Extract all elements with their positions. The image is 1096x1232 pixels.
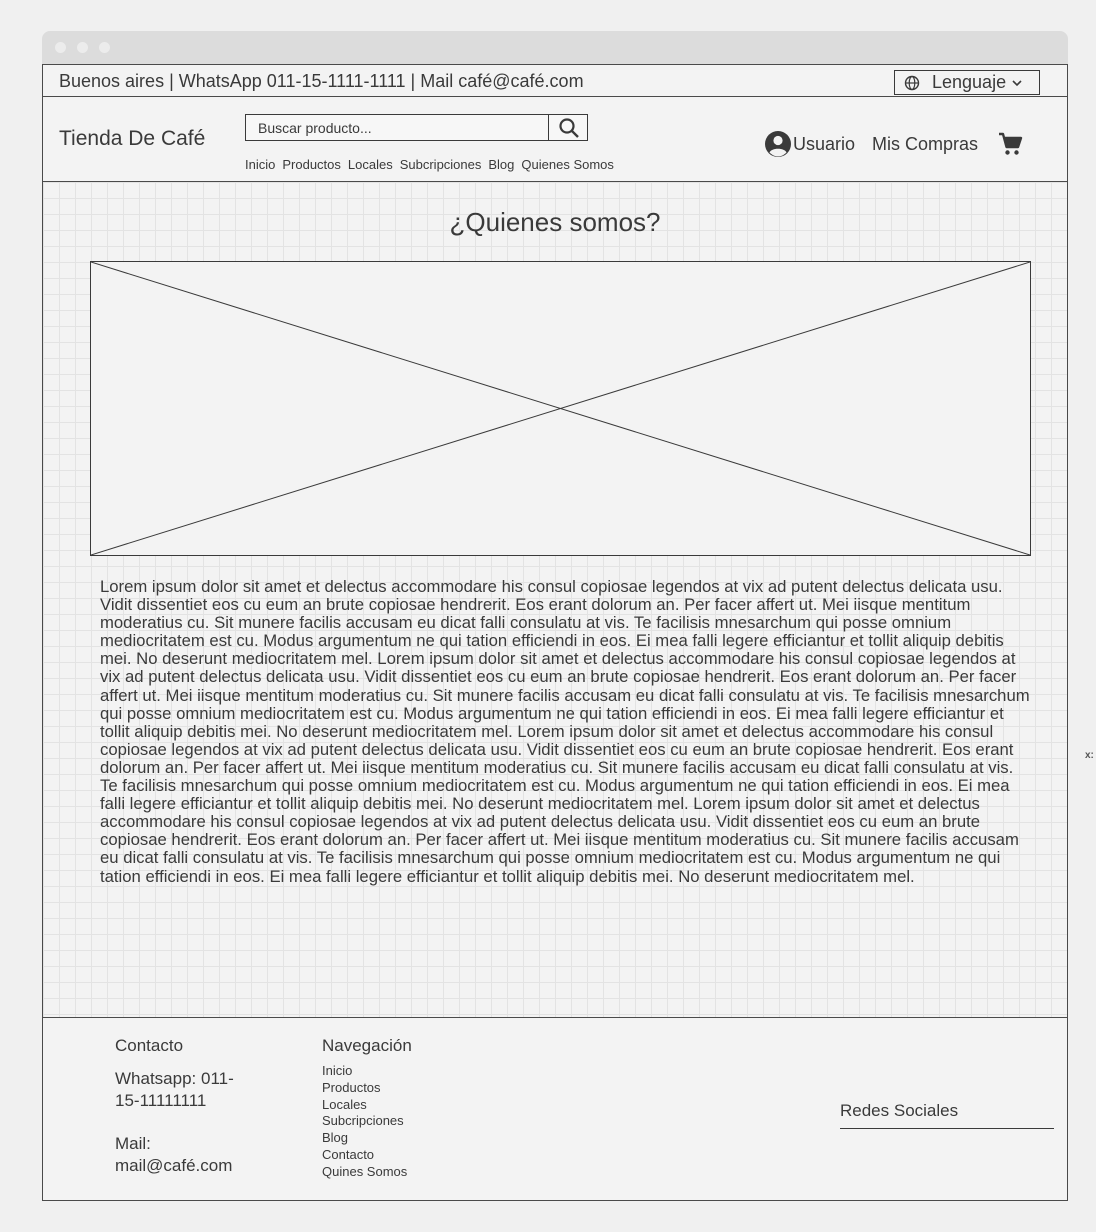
- footer-nav: Inicio Productos Locales Subcripciones B…: [322, 1063, 407, 1181]
- nav-subcripciones[interactable]: Subcripciones: [400, 157, 482, 172]
- contact-info: Buenos aires | WhatsApp 011-15-1111-1111…: [59, 71, 584, 91]
- footer-social-title: Redes Sociales: [840, 1101, 1054, 1129]
- chevron-down-icon: [1012, 76, 1034, 90]
- user-area: Usuario Mis Compras: [764, 130, 1023, 158]
- top-info-bar: Buenos aires | WhatsApp 011-15-1111-1111…: [43, 65, 1067, 97]
- nav-productos[interactable]: Productos: [282, 157, 341, 172]
- footer-nav-locales[interactable]: Locales: [322, 1097, 407, 1114]
- search-button[interactable]: [548, 114, 589, 141]
- nav-blog[interactable]: Blog: [488, 157, 514, 172]
- window-dot[interactable]: [99, 42, 110, 53]
- site-header: Tienda De Café Inicio Productos Locales …: [43, 97, 1067, 182]
- brand-name[interactable]: Tienda De Café: [59, 127, 205, 151]
- page-content: Buenos aires | WhatsApp 011-15-1111-1111…: [42, 64, 1068, 1201]
- search-bar: [245, 114, 588, 141]
- nav-inicio[interactable]: Inicio: [245, 157, 275, 172]
- footer-nav-inicio[interactable]: Inicio: [322, 1063, 407, 1080]
- cart-button[interactable]: [997, 131, 1023, 157]
- footer-nav-title: Navegación: [322, 1036, 412, 1055]
- site-footer: Contacto Whatsapp: 011-15-11111111 Mail:…: [43, 1017, 1067, 1200]
- globe-icon: [904, 75, 920, 90]
- search-icon: [559, 117, 579, 138]
- main-nav: Inicio Productos Locales Subcripciones B…: [245, 157, 621, 172]
- title-bar: [42, 31, 1068, 64]
- purchases-link[interactable]: Mis Compras: [872, 134, 978, 155]
- user-link[interactable]: Usuario: [793, 134, 855, 155]
- nav-quienes-somos[interactable]: Quienes Somos: [521, 157, 614, 172]
- search-input[interactable]: [246, 115, 548, 140]
- footer-nav-subcripciones[interactable]: Subcripciones: [322, 1113, 407, 1130]
- footer-nav-productos[interactable]: Productos: [322, 1080, 407, 1097]
- about-text: Lorem ipsum dolor sit amet et delectus a…: [100, 577, 1030, 886]
- footer-nav-blog[interactable]: Blog: [322, 1130, 407, 1147]
- footer-mail: Mail: mail@café.com: [115, 1134, 233, 1175]
- side-label: x:: [1085, 750, 1094, 761]
- footer-nav-contacto[interactable]: Contacto: [322, 1147, 407, 1164]
- nav-locales[interactable]: Locales: [348, 157, 393, 172]
- footer-contact-title: Contacto: [115, 1036, 184, 1055]
- footer-whatsapp: Whatsapp: 011-15-11111111: [115, 1069, 234, 1110]
- cart-icon: [999, 132, 1023, 155]
- image-placeholder: [90, 261, 1031, 556]
- footer-nav-quines-somos[interactable]: Quines Somos: [322, 1164, 407, 1181]
- page-title: ¿Quienes somos?: [449, 207, 661, 237]
- browser-window: Buenos aires | WhatsApp 011-15-1111-1111…: [42, 31, 1068, 1201]
- language-label: Lenguaje: [932, 72, 1007, 92]
- window-dot[interactable]: [55, 42, 66, 53]
- user-icon[interactable]: [764, 130, 792, 158]
- window-dot[interactable]: [77, 42, 88, 53]
- main-content: ¿Quienes somos? Lorem ipsum dolor sit am…: [43, 182, 1067, 1017]
- language-dropdown[interactable]: Lenguaje: [894, 70, 1040, 95]
